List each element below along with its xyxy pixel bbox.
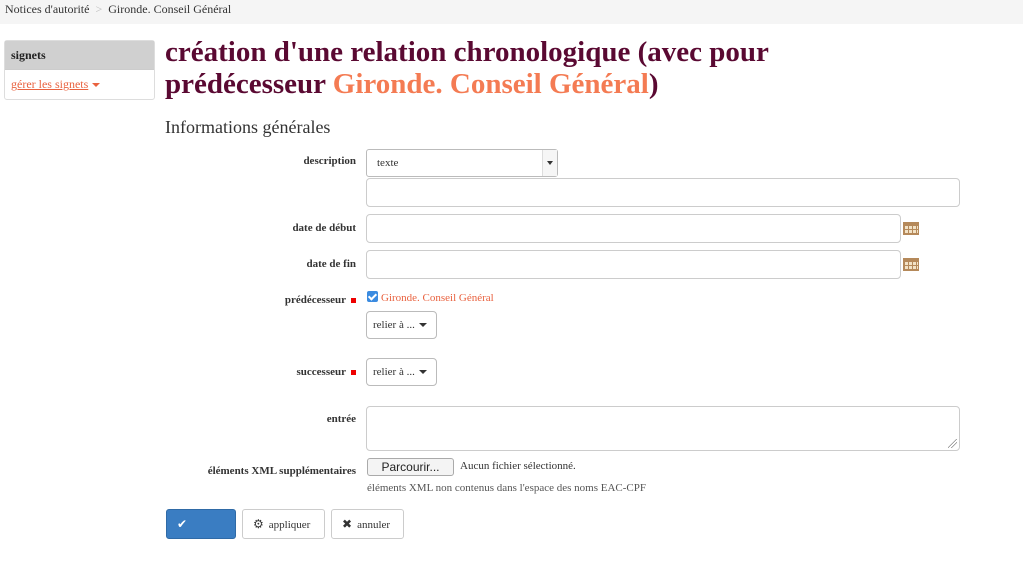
predecessor-option[interactable]: Gironde. Conseil Général — [367, 291, 494, 305]
file-status: Aucun fichier sélectionné. — [460, 460, 576, 472]
validate-label: valider — [177, 547, 210, 559]
bookmarks-panel: signets gérer les signets — [4, 40, 155, 100]
required-marker — [351, 369, 356, 375]
cancel-label: annuler — [357, 519, 391, 531]
page-title: création d'une relation chronologique (a… — [165, 36, 865, 100]
calendar-icon[interactable] — [903, 222, 919, 235]
predecessor-checkbox-label: Gironde. Conseil Général — [381, 292, 494, 304]
bookmarks-header: signets — [5, 41, 154, 70]
check-icon: ✔ — [177, 517, 188, 531]
breadcrumb: Notices d'autorité > Gironde. Conseil Géné… — [0, 0, 1023, 24]
description-text-input[interactable] — [366, 178, 960, 207]
breadcrumb-root-link[interactable]: Notices d'autorité — [5, 2, 89, 16]
start-date-input[interactable] — [366, 214, 901, 243]
required-marker — [351, 297, 356, 303]
start-date-label: date de début — [292, 222, 356, 234]
entry-label: entrée — [326, 413, 356, 425]
successor-label-text: successeur — [296, 366, 347, 378]
validate-button[interactable]: ✔ valider — [166, 509, 236, 559]
page-title-suffix: ) — [648, 68, 659, 100]
calendar-icon[interactable] — [903, 258, 919, 271]
xml-help-text: éléments XML non contenus dans l'espace … — [367, 482, 646, 494]
predecessor-label-text: prédécesseur — [284, 294, 346, 306]
chevron-down-icon — [418, 370, 427, 375]
description-label: description — [303, 155, 356, 167]
predecessor-relate-label: relier à ... — [373, 319, 415, 331]
predecessor-checkbox[interactable] — [367, 291, 378, 302]
successor-label: successeur — [296, 366, 356, 378]
manage-bookmarks-label: gérer les signets — [11, 77, 89, 91]
successor-relate-label: relier à ... — [373, 366, 415, 378]
section-heading: Informations générales — [165, 117, 331, 137]
apply-button[interactable]: ⚙ appliquer — [242, 509, 325, 539]
browse-button[interactable]: Parcourir... — [367, 458, 454, 476]
manage-bookmarks-link[interactable]: gérer les signets — [5, 70, 154, 92]
close-icon: ✖ — [342, 517, 353, 531]
successor-relate-dropdown[interactable]: relier à ... — [366, 358, 437, 386]
page-title-entity: Gironde. Conseil Général — [332, 68, 649, 100]
apply-label: appliquer — [268, 519, 311, 531]
description-type-select[interactable]: texte — [366, 149, 558, 177]
entry-textarea[interactable] — [366, 406, 960, 451]
end-date-input[interactable] — [366, 250, 901, 279]
breadcrumb-separator: > — [95, 2, 103, 16]
chevron-down-icon — [418, 323, 427, 328]
gear-icon: ⚙ — [253, 517, 264, 531]
end-date-label: date de fin — [306, 258, 357, 270]
cancel-button[interactable]: ✖ annuler — [331, 509, 404, 539]
select-arrow-icon — [542, 150, 557, 176]
chevron-down-icon — [92, 83, 101, 88]
xml-label: éléments XML supplémentaires — [207, 465, 356, 477]
predecessor-relate-dropdown[interactable]: relier à ... — [366, 311, 437, 339]
breadcrumb-current-link[interactable]: Gironde. Conseil Général — [108, 2, 231, 16]
description-type-value: texte — [377, 157, 399, 169]
predecessor-label: prédécesseur — [285, 294, 356, 306]
